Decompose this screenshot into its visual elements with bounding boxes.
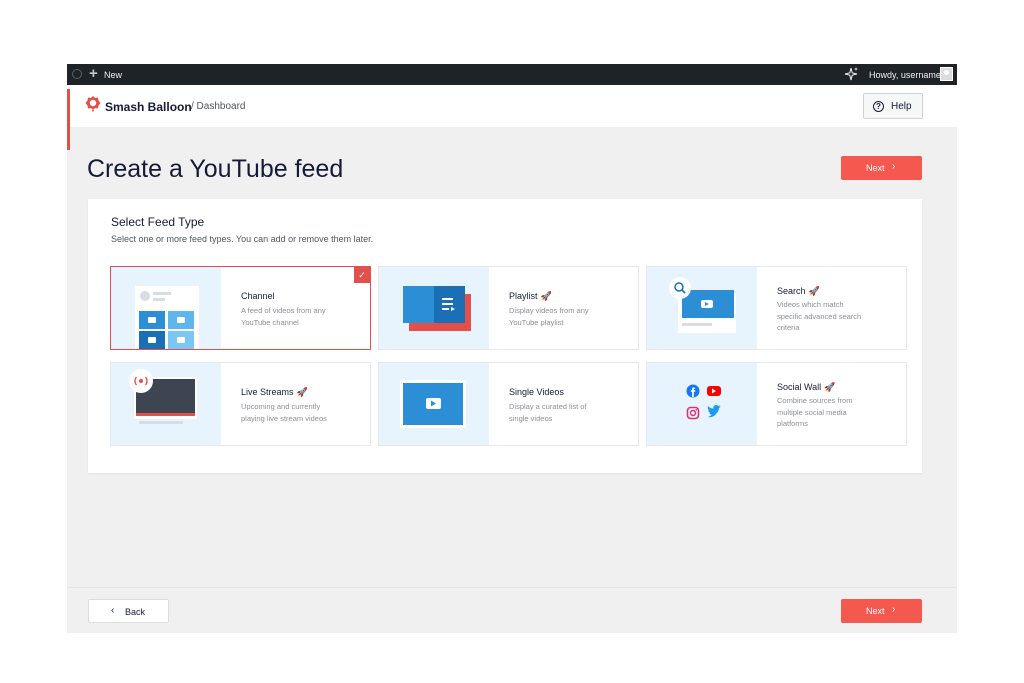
card-desc-line: Display a curated list of bbox=[509, 402, 587, 411]
header-accent-stripe bbox=[67, 89, 70, 150]
card-description: Display videos from any YouTube playlist bbox=[509, 305, 629, 328]
plus-icon[interactable]: + bbox=[89, 66, 98, 82]
card-title: Playlist 🚀 bbox=[509, 291, 552, 302]
new-menu-label[interactable]: New bbox=[104, 70, 122, 80]
card-desc-line: specific advanced search bbox=[777, 311, 862, 321]
avatar[interactable] bbox=[940, 67, 953, 81]
rocket-icon: 🚀 bbox=[296, 387, 308, 397]
channel-thumbnail bbox=[111, 267, 221, 349]
card-desc-line: Upcoming and currently bbox=[241, 402, 321, 411]
instagram-icon bbox=[686, 406, 700, 420]
brand-name[interactable]: Smash Balloon bbox=[105, 100, 192, 114]
next-button-bottom[interactable]: Next › bbox=[841, 599, 922, 623]
playlist-illustration-icon bbox=[403, 286, 471, 331]
card-desc-line: A feed of videos from any bbox=[241, 306, 326, 315]
card-description: Display a curated list of single videos bbox=[509, 401, 629, 424]
next-button-top[interactable]: Next › bbox=[841, 156, 922, 180]
search-thumbnail bbox=[647, 267, 757, 349]
card-title-text: Live Streams bbox=[241, 387, 294, 397]
card-desc-line: criteria bbox=[777, 323, 800, 332]
single-videos-illustration-icon bbox=[400, 380, 466, 428]
chevron-left-icon: ‹ bbox=[111, 605, 115, 616]
feed-type-panel: Select Feed Type Select one or more feed… bbox=[88, 199, 922, 473]
admin-bar: + New Howdy, username bbox=[67, 64, 957, 85]
card-description: Upcoming and currently playing live stre… bbox=[241, 401, 361, 424]
help-label: Help bbox=[891, 101, 912, 112]
live-streams-thumbnail bbox=[111, 363, 221, 445]
card-desc-line: YouTube playlist bbox=[509, 317, 564, 327]
next-label: Next bbox=[866, 606, 885, 616]
check-icon: ✓ bbox=[354, 267, 370, 283]
footer-bar bbox=[67, 587, 957, 633]
card-desc-line: platforms bbox=[777, 419, 808, 428]
playlist-thumbnail bbox=[379, 267, 489, 349]
card-desc-line: multiple social media bbox=[777, 407, 847, 417]
channel-illustration-icon bbox=[135, 286, 199, 349]
social-wall-illustration bbox=[686, 384, 721, 420]
card-desc-line: single videos bbox=[509, 413, 553, 423]
twitter-icon bbox=[707, 405, 721, 418]
youtube-icon bbox=[707, 386, 721, 396]
single-videos-thumbnail bbox=[379, 363, 489, 445]
feed-card-channel[interactable]: Channel A feed of videos from any YouTub… bbox=[110, 266, 371, 350]
card-desc-line: Videos which match bbox=[777, 300, 844, 309]
card-title: Search 🚀 bbox=[777, 286, 820, 297]
chevron-right-icon: › bbox=[892, 604, 896, 615]
card-title-text: Search bbox=[777, 286, 806, 296]
card-title-text: Social Wall bbox=[777, 382, 822, 392]
card-desc-line: YouTube channel bbox=[241, 317, 299, 327]
feed-card-live-streams[interactable]: Live Streams 🚀 Upcoming and currently pla… bbox=[110, 362, 371, 446]
app-window: + New Howdy, username Smash Balloon / Da… bbox=[67, 64, 957, 633]
card-title: Live Streams 🚀 bbox=[241, 387, 308, 398]
smash-balloon-logo-icon bbox=[85, 96, 101, 113]
social-wall-thumbnail bbox=[647, 363, 757, 445]
chevron-right-icon: › bbox=[892, 161, 896, 172]
card-desc-line: Display videos from any bbox=[509, 306, 589, 315]
feed-card-playlist[interactable]: Playlist 🚀 Display videos from any YouTub… bbox=[378, 266, 639, 350]
breadcrumb[interactable]: / Dashboard bbox=[191, 101, 245, 112]
help-button[interactable]: ? Help bbox=[863, 93, 923, 119]
rocket-icon: 🚀 bbox=[540, 291, 552, 301]
feed-type-subheading: Select one or more feed types. You can a… bbox=[111, 234, 374, 244]
card-title: Channel bbox=[241, 291, 275, 301]
next-label: Next bbox=[866, 163, 885, 173]
feed-card-single-videos[interactable]: Single Videos Display a curated list of … bbox=[378, 362, 639, 446]
rocket-icon: 🚀 bbox=[808, 286, 820, 296]
feed-card-search[interactable]: Search 🚀 Videos which match specific adva… bbox=[646, 266, 907, 350]
howdy-username[interactable]: Howdy, username bbox=[869, 70, 941, 80]
card-title: Social Wall 🚀 bbox=[777, 382, 835, 393]
card-title: Single Videos bbox=[509, 387, 564, 397]
feed-type-heading: Select Feed Type bbox=[111, 215, 205, 229]
plugin-header: Smash Balloon / Dashboard ? Help bbox=[67, 85, 957, 150]
help-icon: ? bbox=[873, 101, 884, 112]
card-description: Videos which match specific advanced sea… bbox=[777, 299, 897, 334]
back-label: Back bbox=[125, 607, 146, 617]
page-title: Create a YouTube feed bbox=[87, 155, 344, 183]
sparkle-icon[interactable] bbox=[843, 66, 859, 82]
search-illustration-icon bbox=[669, 277, 736, 333]
rocket-icon: 🚀 bbox=[824, 382, 836, 392]
back-button[interactable]: ‹ Back bbox=[88, 599, 169, 623]
card-title-text: Playlist bbox=[509, 291, 538, 301]
wordpress-icon[interactable] bbox=[72, 69, 82, 79]
card-desc-line: Combine sources from bbox=[777, 396, 853, 405]
card-description: A feed of videos from any YouTube channe… bbox=[241, 305, 361, 328]
live-streams-illustration-icon bbox=[129, 369, 197, 424]
feed-card-social-wall[interactable]: Social Wall 🚀 Combine sources from multip… bbox=[646, 362, 907, 446]
facebook-icon bbox=[686, 384, 700, 398]
card-description: Combine sources from multiple social med… bbox=[777, 395, 897, 430]
card-desc-line: playing live stream videos bbox=[241, 413, 327, 423]
